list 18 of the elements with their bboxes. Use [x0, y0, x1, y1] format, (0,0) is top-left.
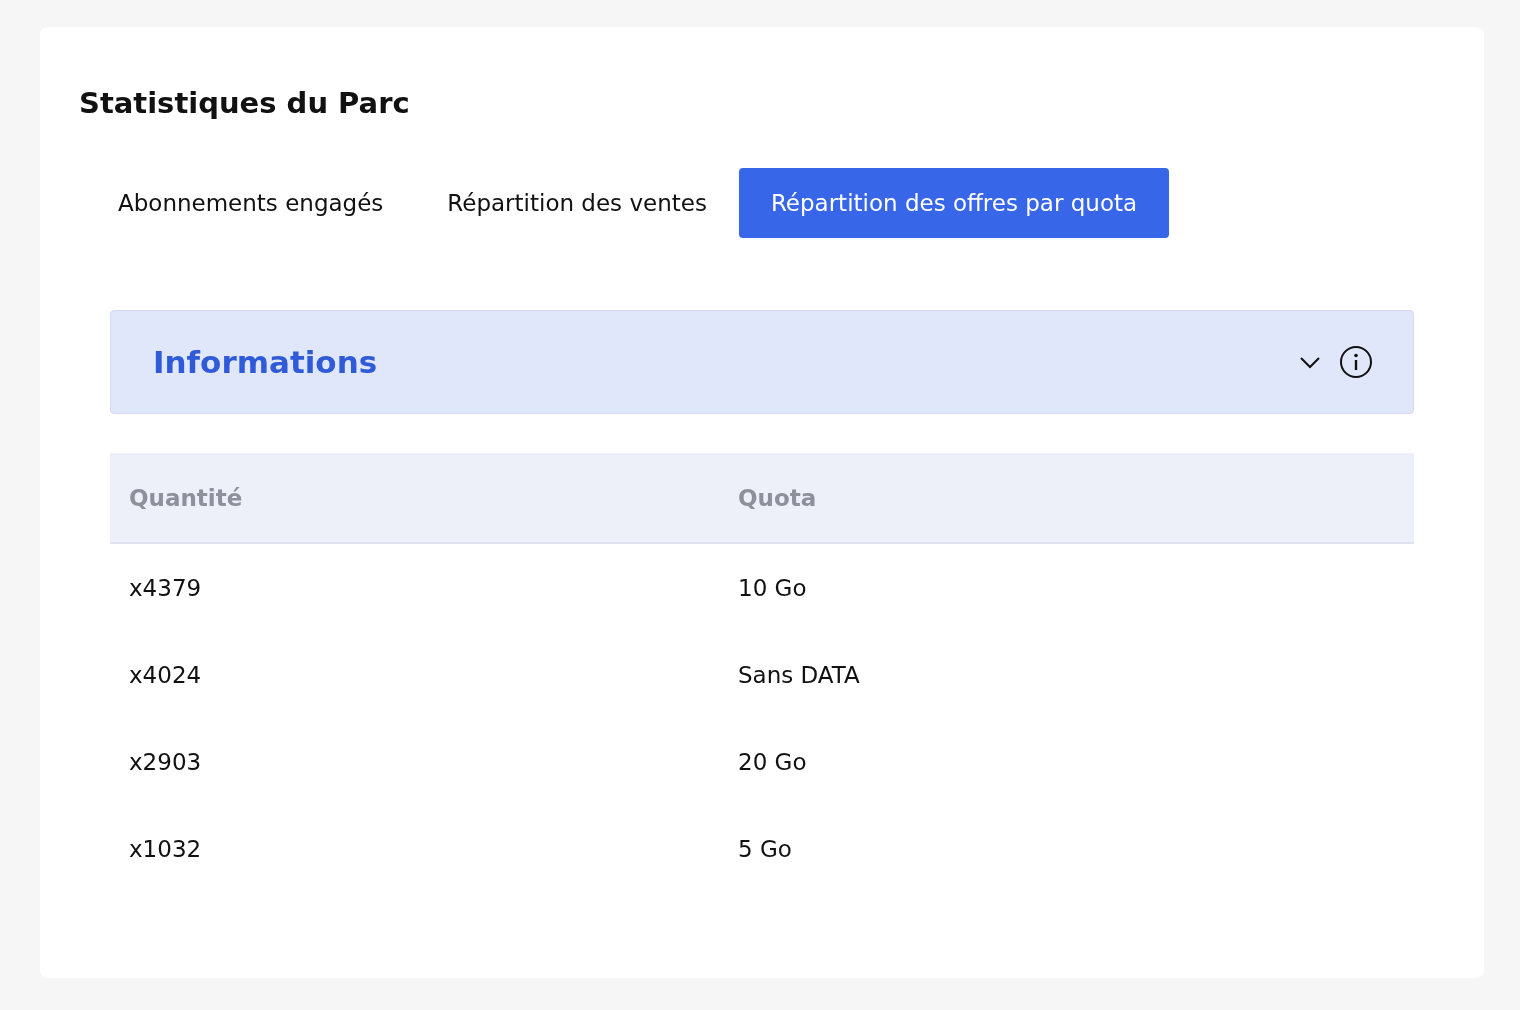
table-cell-text: x4024: [128, 661, 203, 688]
chevron-icon[interactable]: [1299, 355, 1321, 369]
page-title: Statistiques du Parc: [79, 89, 411, 118]
tab[interactable]: Abonnements engagés: [86, 168, 416, 238]
table-cell-text: 20 Go: [737, 748, 808, 775]
table-cell-text: x2903: [128, 748, 203, 775]
table-cell-text: x1032: [128, 835, 203, 862]
table-cell-text: 10 Go: [737, 574, 808, 601]
table-cell-text: x4379: [128, 574, 203, 601]
info-panel-header[interactable]: Informations: [110, 310, 1414, 414]
table-cell-text: 5 Go: [737, 835, 793, 862]
tab[interactable]: Répartition des ventes: [415, 168, 739, 238]
column-header: Quantité: [128, 484, 244, 511]
table-cell-text: Sans DATA: [737, 661, 861, 688]
panel-title: Informations: [153, 344, 379, 380]
tab[interactable]: Répartition des offres par quota: [738, 168, 1170, 238]
info-icon[interactable]: [1339, 345, 1373, 379]
column-header: Quota: [737, 484, 818, 511]
